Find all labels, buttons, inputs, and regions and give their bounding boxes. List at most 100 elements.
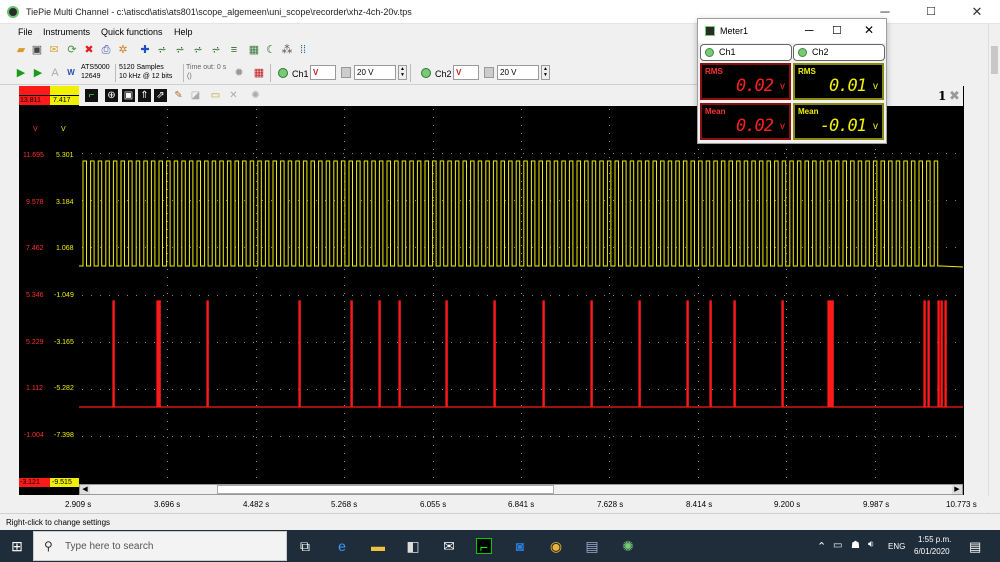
play-once-icon[interactable]: ▶ [31, 66, 45, 80]
expand-icon[interactable]: ◪ [189, 89, 202, 102]
graph-xy-icon[interactable]: ⩫ [173, 43, 187, 57]
menu-file[interactable]: File [18, 27, 33, 37]
mail-icon[interactable]: ✉ [441, 538, 457, 554]
scroll-right-button[interactable]: ▶ [952, 485, 962, 494]
volume-icon[interactable]: 🔉︎ [868, 539, 874, 550]
zoom-icon[interactable]: ⊕ [105, 89, 118, 102]
play-icon[interactable]: ▶ [14, 66, 28, 80]
open-folder-icon[interactable]: ▰ [14, 43, 28, 57]
ch2-rms-readout[interactable]: RMS 0.01 v [793, 63, 884, 100]
grid-dot [698, 349, 699, 350]
meter-close-button[interactable]: ✕ [864, 23, 874, 37]
language-indicator[interactable]: ENG [888, 542, 905, 551]
close-graph-icon[interactable]: ✖ [948, 89, 961, 102]
ch2-label[interactable]: Ch2 [435, 69, 452, 79]
ch2-range-select[interactable]: 20 V [497, 65, 539, 80]
grid-dot [451, 389, 452, 390]
move-right-icon[interactable]: ⇗ [154, 89, 167, 102]
windows-start-icon[interactable]: ⊞ [9, 538, 25, 554]
email-icon[interactable]: ✉ [47, 43, 61, 57]
tray-chevron-icon[interactable]: ⌃ [817, 540, 826, 553]
meter-window[interactable]: Meter1 ─ ☐ ✕ Ch1 Ch2 RMS 0.02 v RMS 0.01… [697, 18, 887, 144]
search-box[interactable]: ⚲ Type here to search [33, 531, 287, 561]
ch1-range-select[interactable]: 20 V [354, 65, 396, 80]
print-icon[interactable]: ⎙ [99, 43, 113, 57]
sample-rate[interactable]: 10 kHz @ 12 bits [119, 73, 172, 80]
channels-icon[interactable]: ⁞⁞ [296, 43, 310, 57]
notification-icon[interactable]: ▤ [969, 539, 981, 555]
vertical-scale[interactable]: 13.811 7.417 V V 11.695 5.301 9.578 3.18… [19, 86, 79, 495]
file-explorer-icon[interactable]: ▬ [370, 538, 386, 554]
ch2-coupling-select[interactable]: V [453, 65, 479, 80]
save-icon[interactable]: ▣ [30, 43, 44, 57]
ch2-mean-readout[interactable]: Mean -0.01 v [793, 103, 884, 140]
scroll-thumb[interactable] [217, 485, 554, 494]
instrument-icon[interactable]: W [64, 66, 78, 80]
scroll-left-button[interactable]: ◀ [80, 485, 90, 494]
ch1-probe-icon[interactable] [341, 67, 351, 78]
close-cursor-icon[interactable]: ✕ [227, 89, 240, 102]
delete-icon[interactable]: ✖ [82, 43, 96, 57]
menu-instruments[interactable]: Instruments [43, 27, 90, 37]
cursor-icon[interactable]: ☾ [264, 43, 278, 57]
horizontal-scrollbar[interactable]: ◀ ▶ [79, 484, 963, 495]
trigger-gear-icon[interactable]: ✹ [232, 66, 246, 80]
graph-zoom-icon[interactable]: ⩫ [209, 43, 223, 57]
outlook-icon[interactable]: ◙ [512, 538, 528, 554]
timeout-value[interactable]: () [187, 73, 192, 80]
comment-icon[interactable]: ▭ [209, 89, 222, 102]
align-icon[interactable]: ≡ [227, 43, 241, 57]
ch1-scale-max[interactable]: 13.811 [19, 96, 50, 105]
file-icon[interactable]: ⁂ [280, 43, 294, 57]
record-length[interactable]: 5120 Samples [119, 64, 164, 71]
settings-icon[interactable]: ✲ [116, 43, 130, 57]
ch1-range-spinner[interactable]: ▲ ▼ [398, 65, 407, 80]
window-vertical-scrollbar[interactable] [988, 24, 1000, 514]
auto-icon[interactable]: A [48, 66, 62, 80]
trigger-color-icon[interactable]: ▦ [252, 66, 266, 80]
maximize-button[interactable]: ☐ [908, 0, 954, 24]
refresh-icon[interactable]: ⟳ [65, 43, 79, 57]
menu-quick-functions[interactable]: Quick functions [101, 27, 163, 37]
marker-icon[interactable]: ✎ [172, 89, 185, 102]
network-icon[interactable]: ▭ [833, 540, 842, 551]
meter-maximize-button[interactable]: ☐ [832, 24, 842, 37]
store-icon[interactable]: ◧ [405, 538, 421, 554]
ch2-probe-icon[interactable] [484, 67, 494, 78]
grid-dot [698, 461, 699, 462]
close-button[interactable]: ✕ [954, 0, 1000, 24]
graph-view-icon[interactable]: ⌐ [85, 89, 98, 102]
battery-icon[interactable]: ☗ [851, 540, 860, 551]
move-up-icon[interactable]: ⇑ [138, 89, 151, 102]
chrome-icon[interactable]: ◉ [548, 538, 564, 554]
ch1-mean-readout[interactable]: Mean 0.02 v [700, 103, 791, 140]
tiepie-icon[interactable]: ✺ [620, 538, 636, 554]
graph-icon[interactable]: ⩫ [155, 43, 169, 57]
ch1-scale-min[interactable]: -3.121 [19, 478, 50, 487]
graph-add-icon[interactable]: ⩫ [191, 43, 205, 57]
ch2-scale-min[interactable]: -9.515 [50, 478, 79, 487]
task-view-icon[interactable]: ⧉ [297, 538, 313, 554]
scope-app-icon[interactable]: ⌐ [476, 538, 492, 555]
waveform-plot[interactable] [79, 106, 963, 483]
menu-help[interactable]: Help [174, 27, 193, 37]
ch2-status-icon[interactable] [421, 68, 431, 78]
ch2-range-spinner[interactable]: ▲ ▼ [541, 65, 550, 80]
app-icon-2[interactable]: ▤ [584, 538, 600, 554]
bug-icon[interactable]: ✺ [249, 89, 262, 102]
meter-tab-ch1[interactable]: Ch1 [700, 44, 792, 61]
grid-dot [167, 373, 168, 374]
clock-time[interactable]: 1:55 p.m. [918, 535, 951, 544]
fit-icon[interactable]: ▣ [122, 89, 135, 102]
ch1-label[interactable]: Ch1 [292, 69, 309, 79]
meter-icon[interactable]: ▦ [247, 43, 261, 57]
add-graph-icon[interactable]: ✚ [138, 43, 152, 57]
ch1-status-icon[interactable] [278, 68, 288, 78]
meter-minimize-button[interactable]: ─ [805, 23, 814, 37]
edge-icon[interactable]: e [334, 538, 350, 554]
meter-tab-ch2[interactable]: Ch2 [793, 44, 885, 61]
ch1-coupling-select[interactable]: V [310, 65, 336, 80]
clock-date[interactable]: 6/01/2020 [914, 547, 950, 556]
ch2-scale-max[interactable]: 7.417 [50, 96, 79, 105]
ch1-rms-readout[interactable]: RMS 0.02 v [700, 63, 791, 100]
